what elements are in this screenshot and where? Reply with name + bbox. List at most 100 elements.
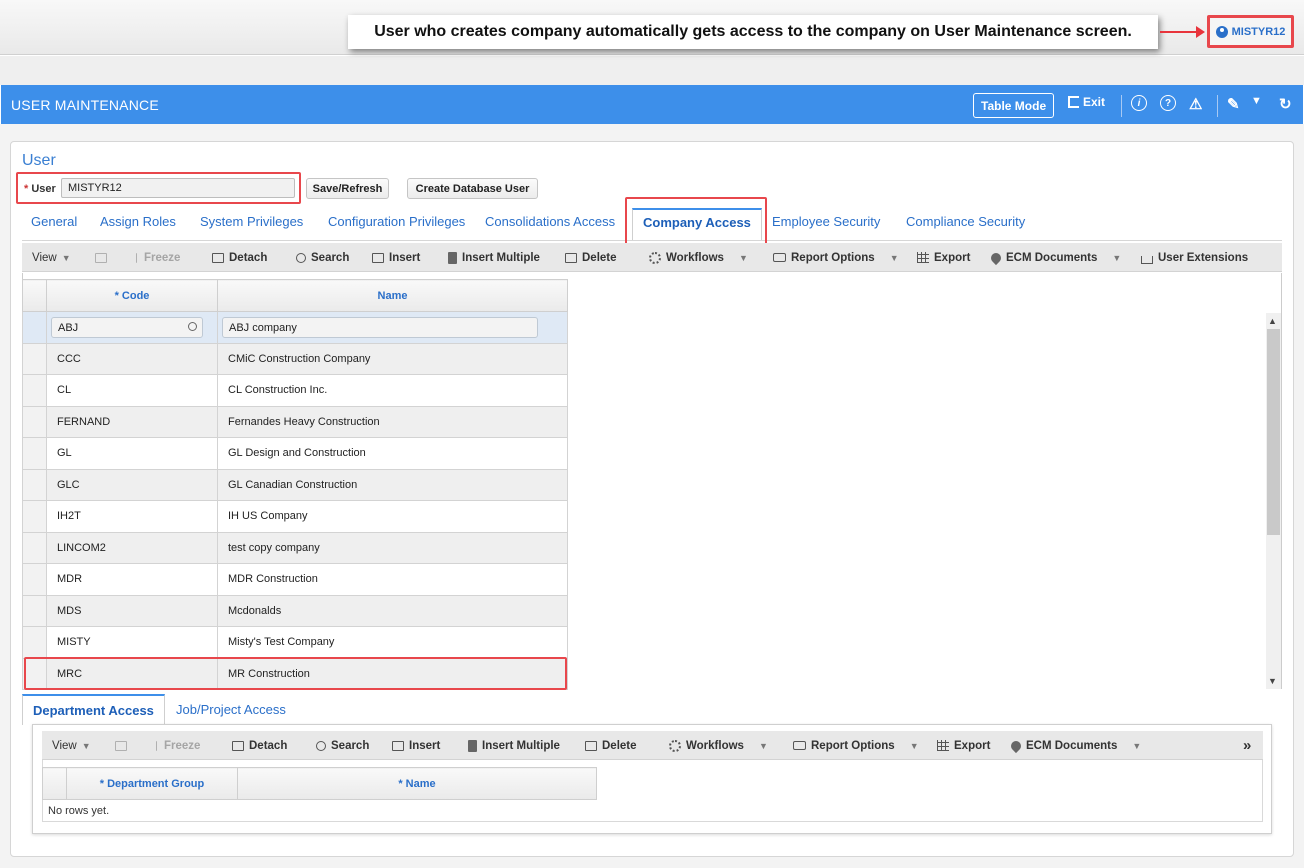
user-extensions-button[interactable]: User Extensions: [1141, 243, 1248, 272]
help-icon[interactable]: ?: [1160, 95, 1176, 111]
table-row[interactable]: MDR MDR Construction: [22, 563, 568, 596]
ecm-icon: [988, 250, 1004, 265]
more-overflow-icon[interactable]: »: [1243, 731, 1251, 760]
row-selector[interactable]: [22, 468, 47, 501]
separator: [1121, 95, 1122, 117]
format-button[interactable]: [115, 731, 127, 760]
table-row[interactable]: FERNAND Fernandes Heavy Construction: [22, 405, 568, 438]
view-menu[interactable]: View ▼: [52, 731, 91, 760]
freeze-button[interactable]: Freeze: [156, 731, 200, 760]
search-button[interactable]: Search: [296, 243, 349, 272]
warning-icon[interactable]: ⚠: [1189, 95, 1202, 113]
workflows-menu[interactable]: Workflows ▼: [649, 243, 748, 272]
search-icon[interactable]: [188, 321, 197, 331]
table-row[interactable]: MISTY Misty's Test Company: [22, 626, 568, 659]
edit-icon[interactable]: ✎: [1227, 95, 1240, 113]
table-row[interactable]: GLC GL Canadian Construction: [22, 468, 568, 501]
name-filter-cell: ABJ company: [217, 311, 568, 344]
name-filter-input[interactable]: ABJ company: [222, 316, 538, 338]
table-row[interactable]: MDS Mcdonalds: [22, 594, 568, 627]
table-row[interactable]: IH2T IH US Company: [22, 500, 568, 533]
format-icon: [95, 252, 107, 263]
detach-button[interactable]: Detach: [212, 243, 267, 272]
view-menu[interactable]: View ▼: [32, 243, 71, 272]
row-selector[interactable]: [22, 626, 47, 659]
highlight-company-access-tab: [625, 197, 767, 245]
row-selector[interactable]: [22, 531, 47, 564]
report-options-menu[interactable]: Report Options ▼: [773, 243, 899, 272]
row-selector[interactable]: [22, 374, 47, 407]
dept-name-column-header[interactable]: * Name: [237, 767, 597, 800]
code-cell: LINCOM2: [46, 531, 218, 564]
table-row[interactable]: GL GL Design and Construction: [22, 437, 568, 470]
refresh-icon[interactable]: ↻: [1279, 95, 1292, 113]
table-row[interactable]: CCC CMiC Construction Company: [22, 342, 568, 375]
create-database-user-button[interactable]: Create Database User: [407, 178, 538, 199]
highlight-user-field: [16, 172, 301, 204]
ecm-documents-menu[interactable]: ECM Documents ▼: [1008, 731, 1141, 760]
detach-button[interactable]: Detach: [232, 731, 287, 760]
workflows-icon: [649, 251, 661, 264]
code-filter-input[interactable]: ABJ: [51, 316, 203, 338]
delete-icon: [565, 252, 577, 263]
name-cell: GL Design and Construction: [217, 437, 568, 470]
report-options-menu[interactable]: Report Options ▼: [793, 731, 919, 760]
insert-button[interactable]: Insert: [372, 243, 420, 272]
tab-employee-security[interactable]: Employee Security: [772, 208, 880, 238]
workflows-menu[interactable]: Workflows ▼: [669, 731, 768, 760]
chevron-down-icon[interactable]: ▼: [1251, 95, 1262, 107]
tab-configuration-privileges[interactable]: Configuration Privileges: [328, 208, 465, 238]
name-column-header[interactable]: Name: [217, 279, 568, 312]
scrollbar-thumb[interactable]: [1267, 329, 1280, 535]
delete-button[interactable]: Delete: [565, 243, 617, 272]
company-toolbar: View ▼ Freeze Detach Search Insert Insert…: [22, 243, 1282, 272]
department-group-column-header[interactable]: * Department Group: [66, 767, 238, 800]
page-title: USER MAINTENANCE: [11, 96, 159, 113]
top-gap: [0, 56, 1304, 85]
search-button[interactable]: Search: [316, 731, 369, 760]
chevron-up-icon[interactable]: ▲: [1268, 316, 1277, 326]
delete-button[interactable]: Delete: [585, 731, 637, 760]
table-mode-button[interactable]: Table Mode: [973, 93, 1055, 118]
tab-assign-roles[interactable]: Assign Roles: [100, 208, 176, 238]
chevron-down-icon: ▼: [738, 252, 748, 263]
export-button[interactable]: Export: [917, 243, 970, 272]
tab-system-privileges[interactable]: System Privileges: [200, 208, 303, 238]
insert-multiple-button[interactable]: Insert Multiple: [448, 243, 540, 272]
row-selector[interactable]: [22, 311, 47, 344]
exit-icon: [1068, 96, 1079, 108]
ecm-documents-menu[interactable]: ECM Documents ▼: [988, 243, 1121, 272]
save-refresh-button[interactable]: Save/Refresh: [306, 178, 389, 199]
row-selector[interactable]: [22, 342, 47, 375]
tab-compliance-security[interactable]: Compliance Security: [906, 208, 1025, 238]
vertical-scrollbar[interactable]: ▲ ▼: [1266, 313, 1281, 689]
current-user-badge[interactable]: MISTYR12: [1207, 15, 1294, 48]
chevron-down-icon: ▼: [81, 740, 91, 751]
annotation-callout: User who creates company automatically g…: [348, 15, 1158, 49]
tab-general[interactable]: General: [31, 208, 77, 238]
chevron-down-icon[interactable]: ▼: [1268, 676, 1277, 686]
name-cell: test copy company: [217, 531, 568, 564]
table-row[interactable]: CL CL Construction Inc.: [22, 374, 568, 407]
tab-job-project-access[interactable]: Job/Project Access: [176, 694, 286, 717]
format-button[interactable]: [95, 243, 107, 272]
table-row[interactable]: LINCOM2 test copy company: [22, 531, 568, 564]
row-selector[interactable]: [22, 405, 47, 438]
insert-multiple-button[interactable]: Insert Multiple: [468, 731, 560, 760]
row-selector[interactable]: [22, 437, 47, 470]
insert-button[interactable]: Insert: [392, 731, 440, 760]
department-toolbar: View ▼ Freeze Detach Search Insert Insert…: [42, 731, 1263, 760]
name-cell: IH US Company: [217, 500, 568, 533]
row-selector[interactable]: [22, 563, 47, 596]
code-filter-cell: ABJ: [46, 311, 218, 344]
info-icon[interactable]: i: [1131, 95, 1147, 111]
tab-consolidations-access[interactable]: Consolidations Access: [485, 208, 615, 238]
exit-button[interactable]: Exit: [1068, 95, 1105, 109]
code-column-header[interactable]: * Code: [46, 279, 218, 312]
freeze-button[interactable]: Freeze: [136, 243, 180, 272]
row-selector[interactable]: [22, 500, 47, 533]
code-cell: MISTY: [46, 626, 218, 659]
tab-department-access[interactable]: Department Access: [22, 694, 165, 725]
export-button[interactable]: Export: [937, 731, 990, 760]
row-selector[interactable]: [22, 594, 47, 627]
